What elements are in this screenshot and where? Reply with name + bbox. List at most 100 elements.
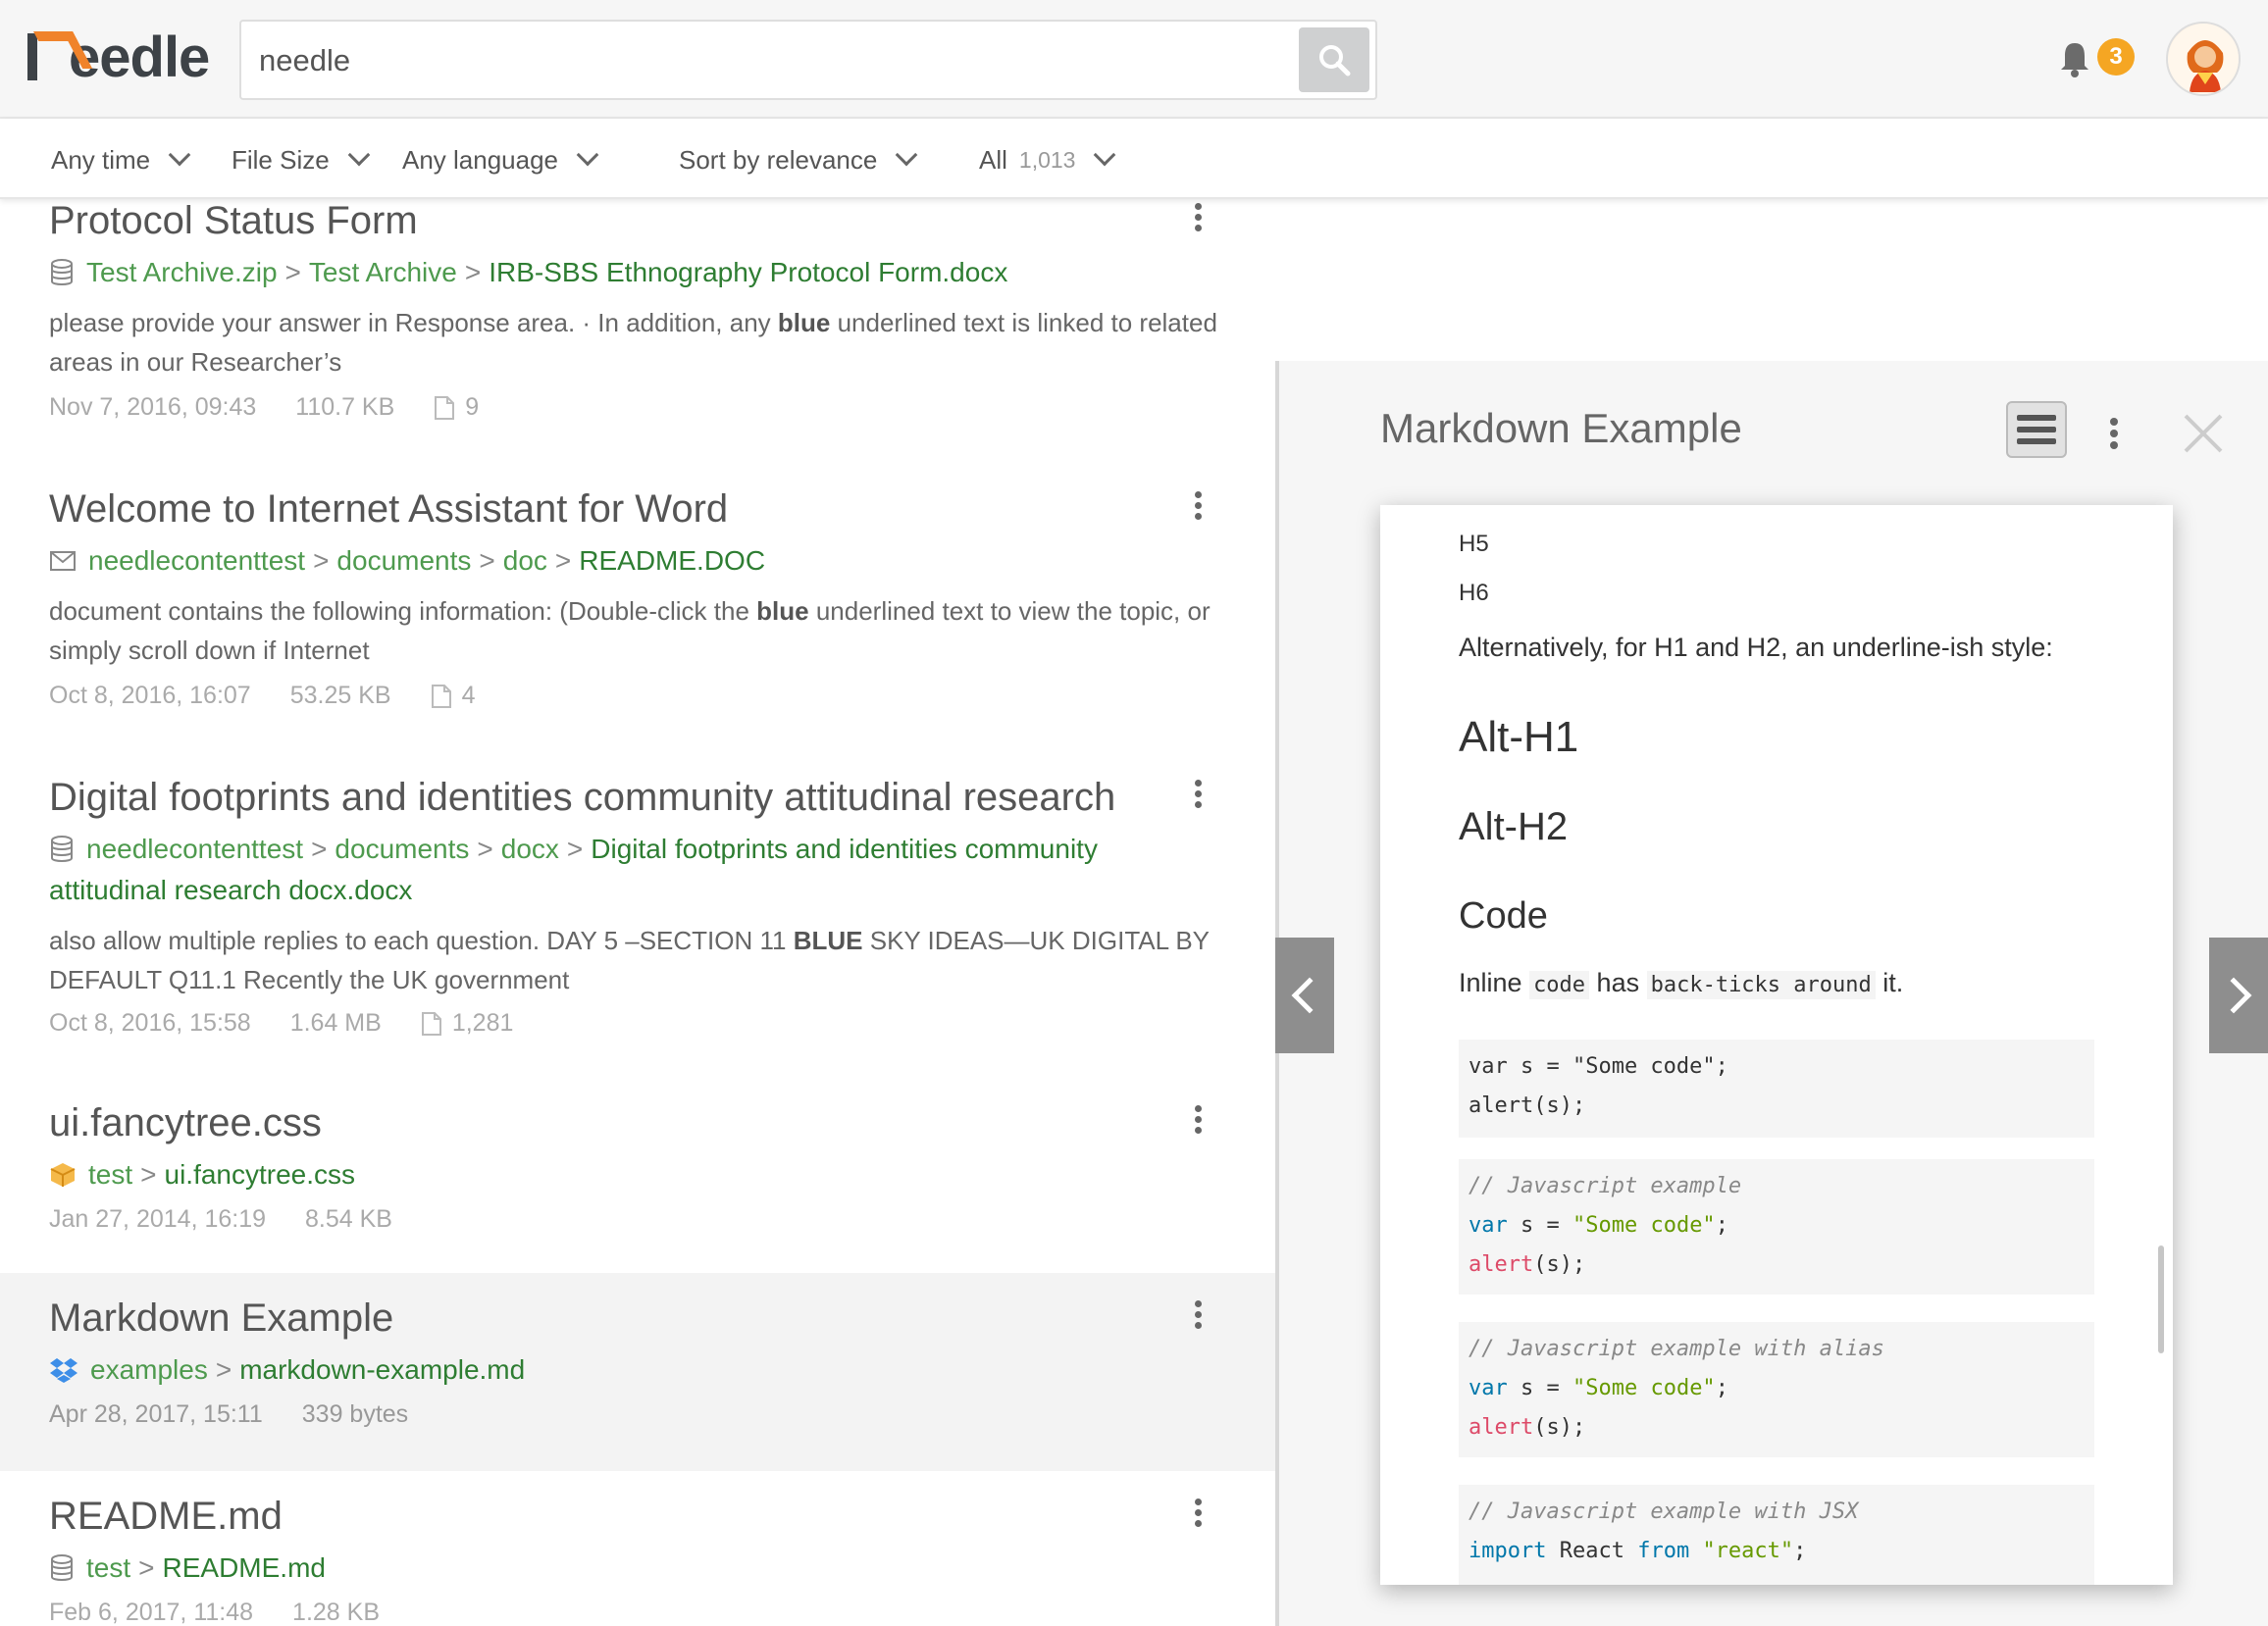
code-block: var s = "Some code"; alert(s); xyxy=(1459,1040,2094,1138)
result-date: Jan 27, 2014, 16:19 xyxy=(49,1205,267,1233)
result-title[interactable]: Digital footprints and identities commun… xyxy=(49,776,1115,820)
path-segment[interactable]: doc xyxy=(503,545,547,576)
path-file[interactable]: ui.fancytree.css xyxy=(165,1159,356,1190)
outline-toggle-button[interactable] xyxy=(2006,401,2067,458)
avatar-image xyxy=(2168,24,2239,94)
path-segment[interactable]: examples xyxy=(90,1354,208,1385)
doc-alt-h2: Alt-H2 xyxy=(1459,805,1569,848)
box-icon xyxy=(50,1162,76,1187)
path-file[interactable]: README.md xyxy=(163,1552,326,1583)
result-date: Oct 8, 2016, 15:58 xyxy=(49,1009,251,1037)
path-segment[interactable]: needlecontenttest xyxy=(88,545,305,576)
more-options-icon[interactable] xyxy=(2109,418,2119,449)
search-input[interactable] xyxy=(259,35,1289,86)
path-segment[interactable]: test xyxy=(86,1552,130,1583)
file-size-filter-dropdown[interactable]: File Size xyxy=(232,140,371,179)
more-options-icon[interactable] xyxy=(1193,491,1203,521)
search-button[interactable] xyxy=(1299,27,1369,92)
path-segment[interactable]: docx xyxy=(501,834,559,864)
result-title[interactable]: ui.fancytree.css xyxy=(49,1101,322,1145)
next-result-button[interactable] xyxy=(2209,938,2268,1053)
path-segment[interactable]: documents xyxy=(335,834,469,864)
notification-badge[interactable]: 3 xyxy=(2097,38,2135,76)
result-item[interactable]: README.md test > README.md Feb 6, 2017, 11… xyxy=(0,1471,1275,1626)
search-icon xyxy=(1319,45,1351,76)
more-options-icon[interactable] xyxy=(1193,1105,1203,1135)
more-options-icon[interactable] xyxy=(1193,1300,1203,1330)
chevron-left-icon xyxy=(1291,977,1328,1014)
bell-icon[interactable] xyxy=(2058,39,2091,78)
result-pages: 1,281 xyxy=(421,1009,513,1038)
mail-icon xyxy=(50,550,76,571)
result-size: 339 bytes xyxy=(301,1400,409,1428)
database-icon xyxy=(51,258,73,285)
path-segment[interactable]: test xyxy=(88,1159,132,1190)
search-box xyxy=(239,20,1377,100)
result-title[interactable]: README.md xyxy=(49,1495,283,1539)
doc-inline-code-paragraph: Inline code has back-ticks around it. xyxy=(1459,968,1904,999)
close-icon[interactable] xyxy=(2180,410,2227,457)
language-filter-dropdown[interactable]: Any language xyxy=(402,140,599,179)
time-filter-dropdown[interactable]: Any time xyxy=(51,140,191,179)
result-item[interactable]: Digital footprints and identities commun… xyxy=(0,772,1275,1097)
result-date: Apr 28, 2017, 15:11 xyxy=(49,1400,263,1428)
result-title[interactable]: Protocol Status Form xyxy=(49,199,418,243)
result-meta: Feb 6, 2017, 11:48 1.28 KB xyxy=(49,1599,419,1626)
more-options-icon[interactable] xyxy=(1193,780,1203,809)
result-size: 1.64 MB xyxy=(289,1009,382,1037)
result-item[interactable]: ui.fancytree.css test > ui.fancytree.css J… xyxy=(0,1097,1275,1294)
result-pages: 9 xyxy=(434,393,479,422)
result-size: 1.28 KB xyxy=(292,1599,380,1626)
preview-title: Markdown Example xyxy=(1380,405,1742,451)
path-segment[interactable]: needlecontenttest xyxy=(86,834,303,864)
result-meta: Oct 8, 2016, 16:07 53.25 KB 4 xyxy=(49,682,514,710)
result-count: 1,013 xyxy=(1018,146,1076,173)
code-block: // Javascript example with alias var s =… xyxy=(1459,1322,2094,1457)
chevron-down-icon xyxy=(896,143,918,167)
result-item[interactable]: Welcome to Internet Assistant for Word n… xyxy=(0,483,1275,772)
chevron-down-icon xyxy=(576,143,599,167)
sort-label: Sort by relevance xyxy=(679,144,878,175)
more-options-icon[interactable] xyxy=(1193,203,1203,232)
result-date: Nov 7, 2016, 09:43 xyxy=(49,393,257,421)
result-meta: Nov 7, 2016, 09:43 110.7 KB 9 xyxy=(49,393,518,422)
path-file[interactable]: markdown-example.md xyxy=(239,1354,525,1385)
result-title[interactable]: Markdown Example xyxy=(49,1296,393,1341)
doc-h5: H5 xyxy=(1459,531,1489,557)
sort-dropdown[interactable]: Sort by relevance xyxy=(679,140,918,179)
previous-result-button[interactable] xyxy=(1275,938,1334,1053)
result-size: 8.54 KB xyxy=(305,1205,392,1233)
chevron-down-icon xyxy=(168,143,191,167)
path-segment[interactable]: Test Archive.zip xyxy=(86,257,278,287)
scope-dropdown[interactable]: All 1,013 xyxy=(979,140,1116,179)
user-avatar[interactable] xyxy=(2166,22,2241,96)
code-block: // Javascript example var s = "Some code… xyxy=(1459,1159,2094,1295)
page-icon xyxy=(421,1011,441,1036)
needle-logo[interactable]: eedle xyxy=(27,25,210,89)
scope-label: All xyxy=(979,144,1007,175)
preview-panel: Markdown Example H5 H6 Alternatively, fo… xyxy=(1275,361,2268,1626)
path-segment[interactable]: documents xyxy=(336,545,471,576)
needle-logo-mark xyxy=(27,31,67,82)
result-size: 53.25 KB xyxy=(289,682,391,709)
page-icon xyxy=(435,395,455,420)
document-preview[interactable]: H5 H6 Alternatively, for H1 and H2, an u… xyxy=(1380,505,2173,1585)
result-meta: Jan 27, 2014, 16:19 8.54 KB xyxy=(49,1205,432,1234)
path-file[interactable]: IRB-SBS Ethnography Protocol Form.docx xyxy=(489,257,1007,287)
result-title[interactable]: Welcome to Internet Assistant for Word xyxy=(49,487,728,532)
result-item-selected[interactable]: Markdown Example examples > markdown-examp… xyxy=(0,1273,1275,1471)
top-header: eedle 3 xyxy=(0,0,2268,119)
path-file[interactable]: README.DOC xyxy=(579,545,765,576)
result-path: test > README.md xyxy=(49,1548,1177,1589)
more-options-icon[interactable] xyxy=(1193,1499,1203,1528)
time-filter-label: Any time xyxy=(51,144,151,175)
preview-scrollbar[interactable] xyxy=(2158,1245,2164,1353)
chevron-down-icon xyxy=(1094,143,1116,167)
chevron-down-icon xyxy=(347,143,371,167)
result-date: Feb 6, 2017, 11:48 xyxy=(49,1599,254,1626)
path-segment[interactable]: Test Archive xyxy=(309,257,457,287)
result-item[interactable]: Protocol Status Form Test Archive.zip > Te… xyxy=(0,199,1275,483)
doc-code-heading: Code xyxy=(1459,895,1548,937)
page-icon xyxy=(431,684,451,708)
filter-bar: Any time File Size Any language Sort by … xyxy=(0,119,2268,199)
